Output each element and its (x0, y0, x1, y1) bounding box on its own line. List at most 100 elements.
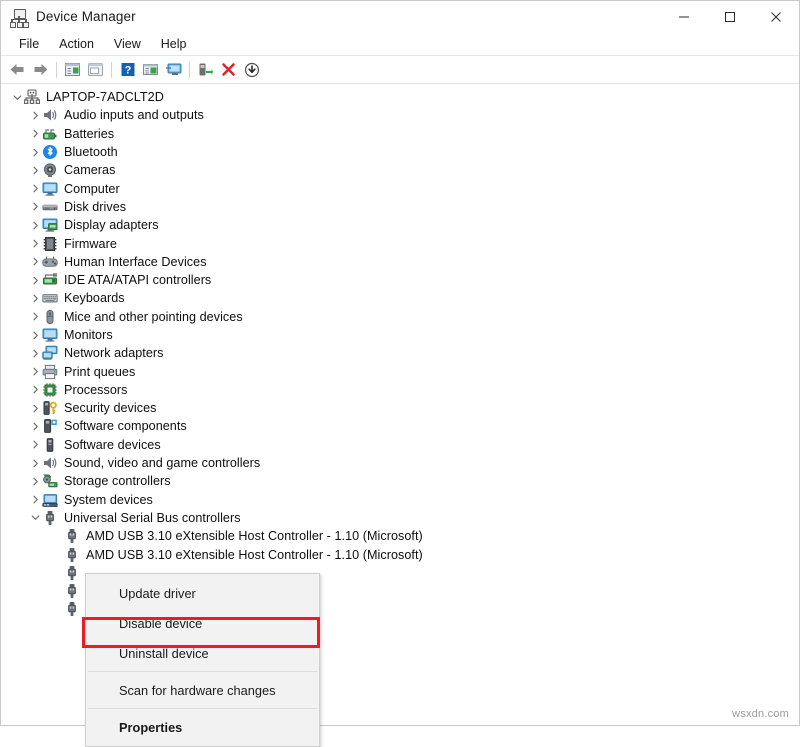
menu-action[interactable]: Action (49, 35, 104, 53)
tree-item-network-adapters[interactable]: Network adapters (1, 344, 799, 362)
tree-item-label: Firmware (64, 237, 117, 251)
chevron-right-icon[interactable] (29, 198, 42, 216)
tree-item-bluetooth[interactable]: Bluetooth (1, 143, 799, 161)
menu-help[interactable]: Help (151, 35, 197, 53)
chevron-down-icon[interactable] (11, 88, 24, 106)
tree-item-software-components[interactable]: Software components (1, 417, 799, 435)
tree-item-label: Mice and other pointing devices (64, 310, 243, 324)
chevron-right-icon[interactable] (29, 363, 42, 381)
properties-window-icon[interactable] (84, 59, 107, 81)
disk-drive-icon (42, 199, 58, 215)
tree-item-print-queues[interactable]: Print queues (1, 362, 799, 380)
tree-item-processors[interactable]: Processors (1, 381, 799, 399)
chevron-right-icon[interactable] (29, 399, 42, 417)
chevron-right-icon[interactable] (29, 472, 42, 490)
tree-item-ide-ata-atapi-controllers[interactable]: IDE ATA/ATAPI controllers (1, 271, 799, 289)
chevron-right-icon[interactable] (29, 106, 42, 124)
software-component-icon (42, 418, 58, 434)
tree-item-mice-and-other-pointing-devices[interactable]: Mice and other pointing devices (1, 308, 799, 326)
tree-item-label: Cameras (64, 163, 115, 177)
tree-root-node[interactable]: LAPTOP-7ADCLT2D (1, 88, 799, 106)
forward-button[interactable] (29, 59, 52, 81)
chevron-right-icon[interactable] (29, 308, 42, 326)
chevron-right-icon[interactable] (29, 289, 42, 307)
chevron-right-icon[interactable] (29, 216, 42, 234)
tree-item-audio-inputs-and-outputs[interactable]: Audio inputs and outputs (1, 106, 799, 124)
speaker-icon (42, 455, 58, 471)
toolbar-separator (111, 62, 112, 78)
red-x-icon[interactable] (217, 59, 240, 81)
chevron-right-icon[interactable] (29, 235, 42, 253)
bluetooth-icon (42, 144, 58, 160)
device-manager-window: Device Manager File Action View Help (0, 0, 800, 726)
tree-item-label: Storage controllers (64, 474, 171, 488)
watermark: wsxdn.com (732, 708, 789, 720)
menu-file[interactable]: File (9, 35, 49, 53)
chevron-right-icon[interactable] (29, 491, 42, 509)
tree-item-amd-usb-3-10-extensible-host-controller-[interactable]: AMD USB 3.10 eXtensible Host Controller … (1, 545, 799, 563)
tree-item-cameras[interactable]: Cameras (1, 161, 799, 179)
storage-controller-icon (42, 473, 58, 489)
firmware-chip-icon (42, 236, 58, 252)
tree-item-label: Print queues (64, 365, 135, 379)
menu-bar: File Action View Help (1, 32, 799, 56)
tree-item-sound-video-and-game-controllers[interactable]: Sound, video and game controllers (1, 454, 799, 472)
chevron-right-icon[interactable] (29, 143, 42, 161)
tree-item-software-devices[interactable]: Software devices (1, 436, 799, 454)
tree-item-storage-controllers[interactable]: Storage controllers (1, 472, 799, 490)
menu-view[interactable]: View (104, 35, 151, 53)
properties-panel-icon[interactable] (139, 59, 162, 81)
monitor-icon (42, 327, 58, 343)
console-tree-icon[interactable] (61, 59, 84, 81)
tree-item-universal-serial-bus-controllers[interactable]: Universal Serial Bus controllers (1, 509, 799, 527)
camera-icon (42, 162, 58, 178)
help-question-icon[interactable]: ? (116, 59, 139, 81)
chevron-right-icon[interactable] (29, 180, 42, 198)
minimize-button[interactable] (661, 1, 707, 32)
mouse-icon (42, 309, 58, 325)
ctx-update-driver[interactable]: Update driver (86, 578, 319, 608)
monitor-icon (42, 181, 58, 197)
chevron-right-icon[interactable] (29, 454, 42, 472)
context-menu-separator (88, 708, 317, 709)
tree-item-label: Human Interface Devices (64, 255, 207, 269)
maximize-button[interactable] (707, 1, 753, 32)
computer-root-icon (24, 89, 40, 105)
chevron-right-icon[interactable] (29, 161, 42, 179)
tree-item-display-adapters[interactable]: Display adapters (1, 216, 799, 234)
chevron-right-icon[interactable] (29, 271, 42, 289)
tree-item-disk-drives[interactable]: Disk drives (1, 198, 799, 216)
tree-item-security-devices[interactable]: Security devices (1, 399, 799, 417)
update-driver-icon[interactable] (194, 59, 217, 81)
ctx-scan-hardware-changes[interactable]: Scan for hardware changes (86, 675, 319, 705)
back-button[interactable] (6, 59, 29, 81)
tree-item-label: Batteries (64, 127, 114, 141)
scan-monitor-icon[interactable] (162, 59, 185, 81)
chevron-right-icon[interactable] (29, 125, 42, 143)
usb-icon (64, 583, 80, 599)
ctx-properties[interactable]: Properties (86, 712, 319, 742)
tree-item-keyboards[interactable]: Keyboards (1, 289, 799, 307)
down-arrow-circle-icon[interactable] (240, 59, 263, 81)
ctx-disable-device[interactable]: Disable device (86, 608, 319, 638)
chevron-right-icon[interactable] (29, 344, 42, 362)
toolbar: ? (1, 56, 799, 84)
chevron-right-icon[interactable] (29, 326, 42, 344)
chevron-right-icon[interactable] (29, 253, 42, 271)
tree-item-computer[interactable]: Computer (1, 179, 799, 197)
usb-icon (64, 565, 80, 581)
ctx-uninstall-device[interactable]: Uninstall device (86, 638, 319, 668)
tree-item-firmware[interactable]: Firmware (1, 234, 799, 252)
close-button[interactable] (753, 1, 799, 32)
context-menu[interactable]: Update driver Disable device Uninstall d… (85, 573, 320, 747)
tree-item-batteries[interactable]: Batteries (1, 125, 799, 143)
chevron-right-icon[interactable] (29, 436, 42, 454)
chevron-right-icon[interactable] (29, 381, 42, 399)
tree-item-human-interface-devices[interactable]: Human Interface Devices (1, 253, 799, 271)
security-key-icon (42, 400, 58, 416)
tree-item-amd-usb-3-10-extensible-host-controller-[interactable]: AMD USB 3.10 eXtensible Host Controller … (1, 527, 799, 545)
chevron-down-icon[interactable] (29, 509, 42, 527)
chevron-right-icon[interactable] (29, 417, 42, 435)
tree-item-system-devices[interactable]: System devices (1, 491, 799, 509)
tree-item-monitors[interactable]: Monitors (1, 326, 799, 344)
